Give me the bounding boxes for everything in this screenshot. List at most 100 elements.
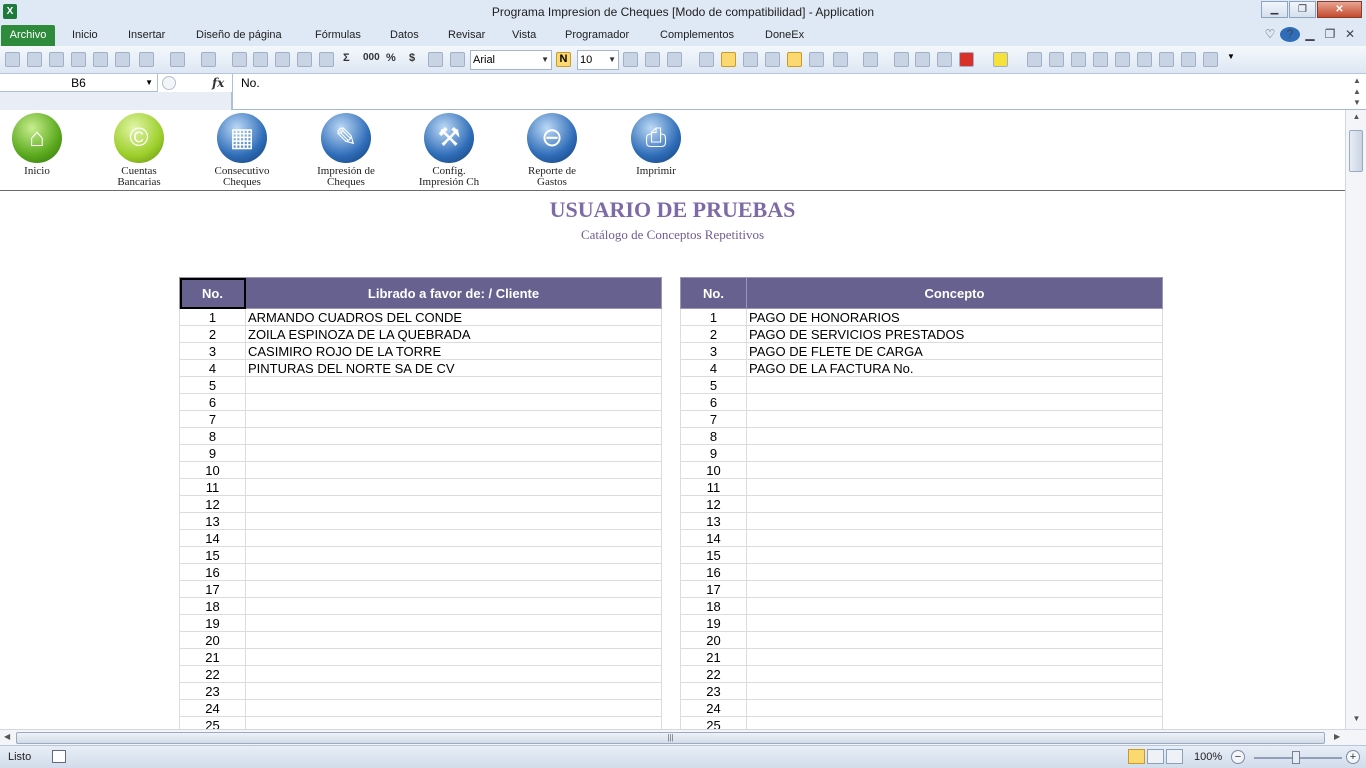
row-text-cell[interactable]: [245, 631, 662, 649]
edit-icon[interactable]: [1159, 52, 1174, 67]
horizontal-scroll-thumb[interactable]: |||: [16, 732, 1325, 744]
horizontal-scrollbar[interactable]: ◀ ||| ▶: [0, 729, 1366, 745]
delete-col-icon[interactable]: [297, 52, 312, 67]
close-button[interactable]: ✕: [1317, 1, 1362, 18]
column-header-concepto[interactable]: Concepto: [746, 277, 1163, 309]
column-header-cliente[interactable]: Librado a favor de: / Cliente: [245, 277, 662, 309]
row-number-cell[interactable]: 24: [680, 699, 747, 717]
borders-icon[interactable]: [833, 52, 848, 67]
nav-button-impresion[interactable]: ✎ Impresión de Cheques: [291, 113, 401, 191]
row-text-cell[interactable]: ARMANDO CUADROS DEL CONDE: [245, 308, 662, 326]
merge-icon[interactable]: [667, 52, 682, 67]
row-number-cell[interactable]: 15: [179, 546, 246, 564]
row-number-cell[interactable]: 1: [680, 308, 747, 326]
insert-function-icon[interactable]: fx: [212, 76, 224, 90]
row-text-cell[interactable]: PINTURAS DEL NORTE SA DE CV: [245, 359, 662, 377]
row-number-cell[interactable]: 25: [680, 716, 747, 729]
zoom-slider-knob[interactable]: [1292, 751, 1300, 764]
row-text-cell[interactable]: [245, 699, 662, 717]
row-text-cell[interactable]: [245, 614, 662, 632]
row-number-cell[interactable]: 20: [680, 631, 747, 649]
row-text-cell[interactable]: PAGO DE FLETE DE CARGA: [746, 342, 1163, 360]
tab-doneex[interactable]: DoneEx: [765, 29, 804, 41]
row-text-cell[interactable]: [746, 410, 1163, 428]
find-icon[interactable]: [1137, 52, 1152, 67]
row-number-cell[interactable]: 21: [680, 648, 747, 666]
row-number-cell[interactable]: 6: [179, 393, 246, 411]
row-number-cell[interactable]: 18: [680, 597, 747, 615]
scroll-left-icon[interactable]: ◀: [4, 732, 10, 741]
lock-icon[interactable]: [1181, 52, 1196, 67]
column-header-no[interactable]: No.: [680, 277, 747, 309]
row-text-cell[interactable]: [245, 512, 662, 530]
autosum-icon[interactable]: Σ: [343, 52, 350, 64]
column-header-no[interactable]: No.: [179, 277, 246, 309]
row-text-cell[interactable]: [746, 444, 1163, 462]
formula-input[interactable]: No.: [232, 74, 1348, 110]
row-number-cell[interactable]: 20: [179, 631, 246, 649]
new-icon[interactable]: [49, 52, 64, 67]
chart-icon[interactable]: [1093, 52, 1108, 67]
name-box[interactable]: B6 ▼: [0, 74, 158, 92]
row-text-cell[interactable]: [746, 478, 1163, 496]
tab-insertar[interactable]: Insertar: [128, 29, 165, 41]
nav-button-consecutivo[interactable]: ▦ Consecutivo Cheques: [187, 113, 297, 191]
percent-button[interactable]: %: [386, 52, 396, 64]
doc-minimize-icon[interactable]: ▁: [1300, 27, 1320, 42]
row-number-cell[interactable]: 13: [179, 512, 246, 530]
row-text-cell[interactable]: [245, 546, 662, 564]
row-text-cell[interactable]: [245, 444, 662, 462]
tab-diseno-pagina[interactable]: Diseño de página: [196, 29, 282, 41]
row-text-cell[interactable]: [245, 529, 662, 547]
row-number-cell[interactable]: 9: [179, 444, 246, 462]
search-icon[interactable]: [645, 52, 660, 67]
zoom-page-icon[interactable]: [623, 52, 638, 67]
form-icon[interactable]: [1071, 52, 1086, 67]
row-number-cell[interactable]: 22: [680, 665, 747, 683]
doc-close-icon[interactable]: ✕: [1340, 27, 1360, 42]
maximize-button[interactable]: ❐: [1289, 1, 1316, 18]
row-text-cell[interactable]: [746, 376, 1163, 394]
row-text-cell[interactable]: [746, 461, 1163, 479]
tab-revisar[interactable]: Revisar: [448, 29, 485, 41]
insert-col-icon[interactable]: [275, 52, 290, 67]
row-text-cell[interactable]: [746, 427, 1163, 445]
row-text-cell[interactable]: [245, 648, 662, 666]
row-text-cell[interactable]: [746, 631, 1163, 649]
row-text-cell[interactable]: [746, 529, 1163, 547]
col-width-icon[interactable]: [937, 52, 952, 67]
row-number-cell[interactable]: 8: [179, 427, 246, 445]
row-text-cell[interactable]: [746, 495, 1163, 513]
row-number-cell[interactable]: 3: [179, 342, 246, 360]
row-number-cell[interactable]: 2: [179, 325, 246, 343]
row-number-cell[interactable]: 11: [680, 478, 747, 496]
font-color-icon[interactable]: [959, 52, 974, 67]
help-icon[interactable]: ?: [1280, 27, 1300, 42]
row-number-cell[interactable]: 21: [179, 648, 246, 666]
row-text-cell[interactable]: [245, 376, 662, 394]
row-number-cell[interactable]: 16: [680, 563, 747, 581]
row-text-cell[interactable]: ZOILA ESPINOZA DE LA QUEBRADA: [245, 325, 662, 343]
tab-complementos[interactable]: Complementos: [660, 29, 734, 41]
row-number-cell[interactable]: 1: [179, 308, 246, 326]
row-number-cell[interactable]: 7: [179, 410, 246, 428]
row-number-cell[interactable]: 7: [680, 410, 747, 428]
tab-programador[interactable]: Programador: [565, 29, 629, 41]
zoom-out-button[interactable]: −: [1231, 750, 1245, 764]
row-number-cell[interactable]: 2: [680, 325, 747, 343]
nav-button-config[interactable]: ⚒ Config. Impresión Ch: [394, 113, 504, 191]
align-bottom-icon[interactable]: [765, 52, 780, 67]
row-number-cell[interactable]: 12: [179, 495, 246, 513]
row-number-cell[interactable]: 11: [179, 478, 246, 496]
row-text-cell[interactable]: PAGO DE LA FACTURA No.: [746, 359, 1163, 377]
row-number-cell[interactable]: 14: [179, 529, 246, 547]
row-text-cell[interactable]: [245, 665, 662, 683]
row-text-cell[interactable]: [746, 665, 1163, 683]
row-text-cell[interactable]: [245, 393, 662, 411]
row-number-cell[interactable]: 14: [680, 529, 747, 547]
currency-button[interactable]: $: [409, 52, 415, 64]
doc-restore-icon[interactable]: ❐: [1320, 27, 1340, 42]
redo-icon[interactable]: [170, 52, 185, 67]
row-number-cell[interactable]: 22: [179, 665, 246, 683]
decrease-decimal-icon[interactable]: [450, 52, 465, 67]
